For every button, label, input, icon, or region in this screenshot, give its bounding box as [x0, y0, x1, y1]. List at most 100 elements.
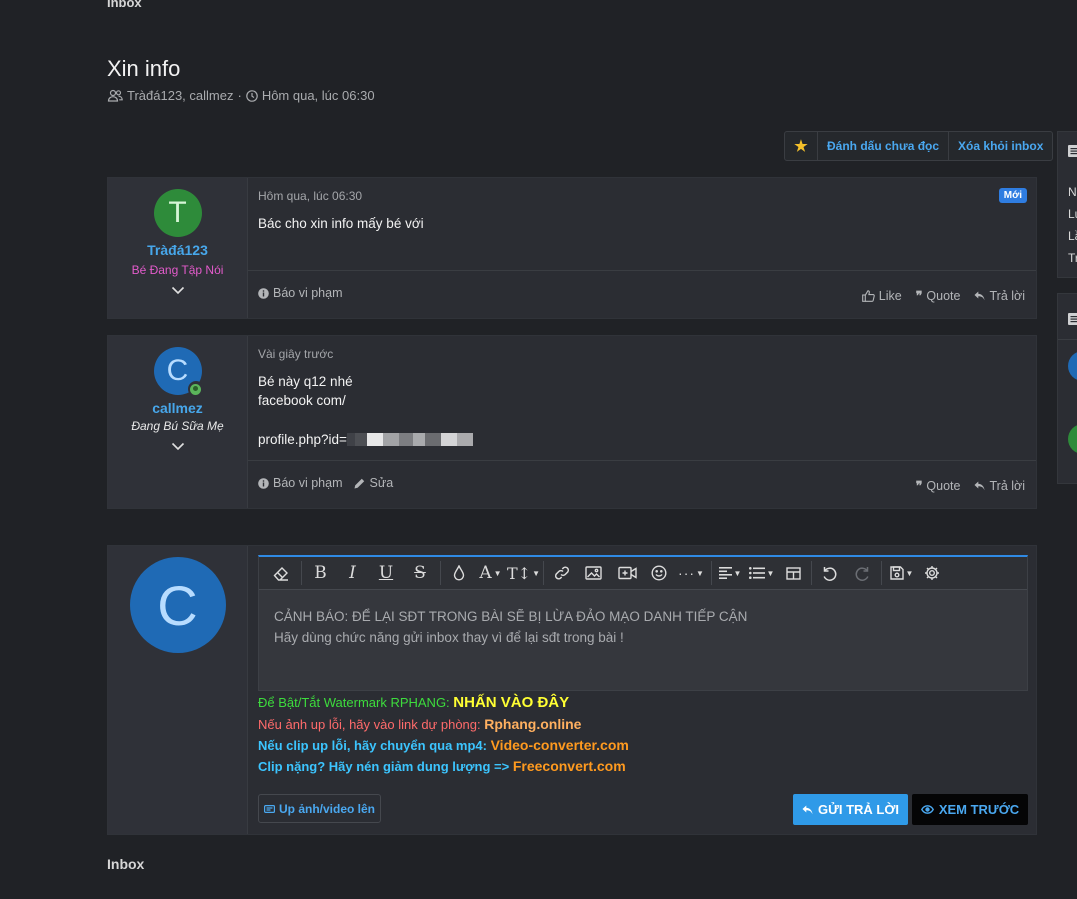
- promo-link[interactable]: NHẤN VÀO ĐÂY: [453, 694, 569, 711]
- avatar[interactable]: C: [129, 557, 226, 653]
- drafts-button[interactable]: ▼: [885, 557, 918, 590]
- insert-table-button[interactable]: [778, 557, 808, 590]
- remove-from-inbox-button[interactable]: Xóa khỏi inbox: [949, 132, 1052, 160]
- reply-button[interactable]: Trả lời: [974, 478, 1025, 493]
- undo-button[interactable]: [815, 557, 845, 590]
- strikethrough-button[interactable]: S: [403, 557, 437, 590]
- more-options-button[interactable]: ··· ▼: [674, 557, 708, 590]
- message-editor[interactable]: B I U S A ▼ T↕ ▼ ··· ▼ ▼ ▼ ▼ CẢNH BÁO: Đ…: [258, 555, 1028, 691]
- placeholder-line: Hãy dùng chức năng gửi inbox thay vì để …: [274, 630, 624, 645]
- promo-link[interactable]: Rphang.online: [484, 716, 581, 732]
- message-line: [258, 410, 473, 430]
- promo-link[interactable]: Freeconvert.com: [513, 758, 626, 774]
- reply-icon: [974, 481, 985, 490]
- video-icon: [617, 566, 637, 580]
- preview-button[interactable]: XEM TRƯỚC: [912, 794, 1028, 825]
- breadcrumb-bottom[interactable]: Inbox: [107, 856, 144, 872]
- chevron-down-icon[interactable]: [171, 286, 185, 295]
- editor-toolbar: B I U S A ▼ T↕ ▼ ··· ▼ ▼ ▼ ▼: [259, 557, 1027, 590]
- image-icon: [585, 566, 602, 580]
- mark-unread-button[interactable]: Đánh dấu chưa đọc: [818, 132, 950, 160]
- participants[interactable]: Tràđá123, callmez: [127, 88, 233, 103]
- message-date[interactable]: Hôm qua, lúc 06:30: [258, 189, 362, 203]
- report-label: Báo vi phạm: [273, 286, 343, 300]
- message: C callmez Đang Bú Sữa Mẹ Vài giây trước …: [107, 335, 1037, 509]
- reply-button[interactable]: Trả lời: [974, 288, 1025, 303]
- avatar[interactable]: C: [153, 347, 204, 397]
- link-icon: [554, 566, 570, 580]
- thumbs-up-icon: [861, 289, 875, 302]
- page-title: Xin info: [107, 56, 181, 81]
- list-icon: [1068, 313, 1077, 325]
- insert-link-button[interactable]: [547, 557, 577, 590]
- dropdown-caret-icon: ▼: [733, 568, 742, 578]
- avatar[interactable]: [1068, 351, 1077, 381]
- message-main: Hôm qua, lúc 06:30 Mới Bác cho xin info …: [248, 178, 1036, 318]
- list-icon: [1068, 145, 1077, 157]
- pencil-icon: [354, 478, 365, 488]
- chevron-down-icon[interactable]: [171, 442, 185, 451]
- username[interactable]: Tràđá123: [147, 242, 208, 258]
- font-family-button[interactable]: A ▼: [474, 557, 507, 590]
- send-reply-button[interactable]: GỬI TRẢ LỜI: [793, 794, 908, 825]
- redo-button[interactable]: [845, 557, 878, 590]
- message-date[interactable]: Vài giây trước: [258, 347, 333, 361]
- promo-text: Nếu ảnh up lỗi, hãy vào link dự phòng:: [258, 717, 485, 732]
- message-line: profile.php?id=: [258, 432, 347, 447]
- bold-button[interactable]: B: [305, 557, 336, 590]
- gear-icon: [925, 566, 939, 580]
- info-icon: [258, 477, 269, 489]
- online-status-icon: [187, 381, 204, 397]
- user-title: Bé Đang Tập Nói: [131, 263, 224, 277]
- underline-icon: U: [378, 563, 394, 583]
- droplet-icon: [453, 565, 465, 581]
- underline-button[interactable]: U: [369, 557, 403, 590]
- avatar[interactable]: [1068, 424, 1077, 454]
- reply-label: Trả lời: [989, 288, 1025, 303]
- editor-placeholder: CẢNH BÁO: ĐỂ LẠI SĐT TRONG BÀI SẼ BỊ LỪA…: [274, 606, 747, 648]
- table-icon: [785, 566, 801, 580]
- list-button[interactable]: ▼: [745, 557, 778, 590]
- reply-main: B I U S A ▼ T↕ ▼ ··· ▼ ▼ ▼ ▼ CẢNH BÁO: Đ…: [248, 546, 1036, 834]
- upload-media-button[interactable]: Up ảnh/video lên: [258, 794, 381, 823]
- message-footer: Báo vi phạm Like ❞ Quote Trả lời: [248, 270, 1036, 318]
- font-size-button[interactable]: T↕ ▼: [507, 557, 540, 590]
- promo-link[interactable]: Video-converter.com: [491, 737, 629, 753]
- quote-button[interactable]: ❞ Quote: [916, 288, 961, 304]
- sidebar-label: Lư: [1068, 207, 1077, 221]
- breadcrumb-top[interactable]: Inbox: [107, 0, 142, 10]
- reply-user: C: [108, 546, 248, 834]
- insert-emoji-button[interactable]: [644, 557, 674, 590]
- font-size-icon: T↕: [507, 563, 532, 583]
- edit-link[interactable]: Sửa: [354, 476, 393, 490]
- thread-actions: ★ Đánh dấu chưa đọc Xóa khỏi inbox: [784, 131, 1054, 161]
- like-button[interactable]: Like: [861, 288, 902, 303]
- clear-formatting-button[interactable]: [265, 557, 298, 590]
- message-line: Bác cho xin info mấy bé với: [258, 216, 424, 231]
- more-icon: ···: [678, 565, 696, 581]
- message-user: C callmez Đang Bú Sữa Mẹ: [108, 336, 248, 508]
- sidebar-info-block: N Lư Lầ Tr: [1057, 131, 1077, 278]
- promo-text: Clip nặng? Hãy nén giảm dung lượng =>: [258, 759, 513, 774]
- insert-image-button[interactable]: [577, 557, 610, 590]
- meta-separator: ·: [237, 88, 242, 103]
- promo-line: Clip nặng? Hãy nén giảm dung lượng => Fr…: [258, 758, 626, 774]
- italic-button[interactable]: I: [336, 557, 369, 590]
- quote-button[interactable]: ❞ Quote: [916, 478, 961, 494]
- message-footer: Báo vi phạm Sửa ❞ Quote Trả lời: [248, 460, 1036, 508]
- users-icon: [107, 89, 123, 102]
- eraser-icon: [273, 566, 288, 581]
- settings-button[interactable]: [918, 557, 946, 590]
- avatar-letter: C: [166, 354, 189, 387]
- star-button[interactable]: ★: [785, 132, 818, 160]
- report-link[interactable]: Báo vi phạm: [258, 476, 342, 490]
- save-icon: [889, 566, 904, 580]
- edit-label: Sửa: [369, 476, 394, 490]
- avatar[interactable]: T: [153, 189, 202, 237]
- bold-icon: B: [314, 563, 327, 583]
- insert-media-button[interactable]: [610, 557, 644, 590]
- username[interactable]: callmez: [152, 400, 203, 416]
- text-color-button[interactable]: [444, 557, 474, 590]
- align-button[interactable]: ▼: [715, 557, 745, 590]
- report-link[interactable]: Báo vi phạm: [258, 286, 342, 300]
